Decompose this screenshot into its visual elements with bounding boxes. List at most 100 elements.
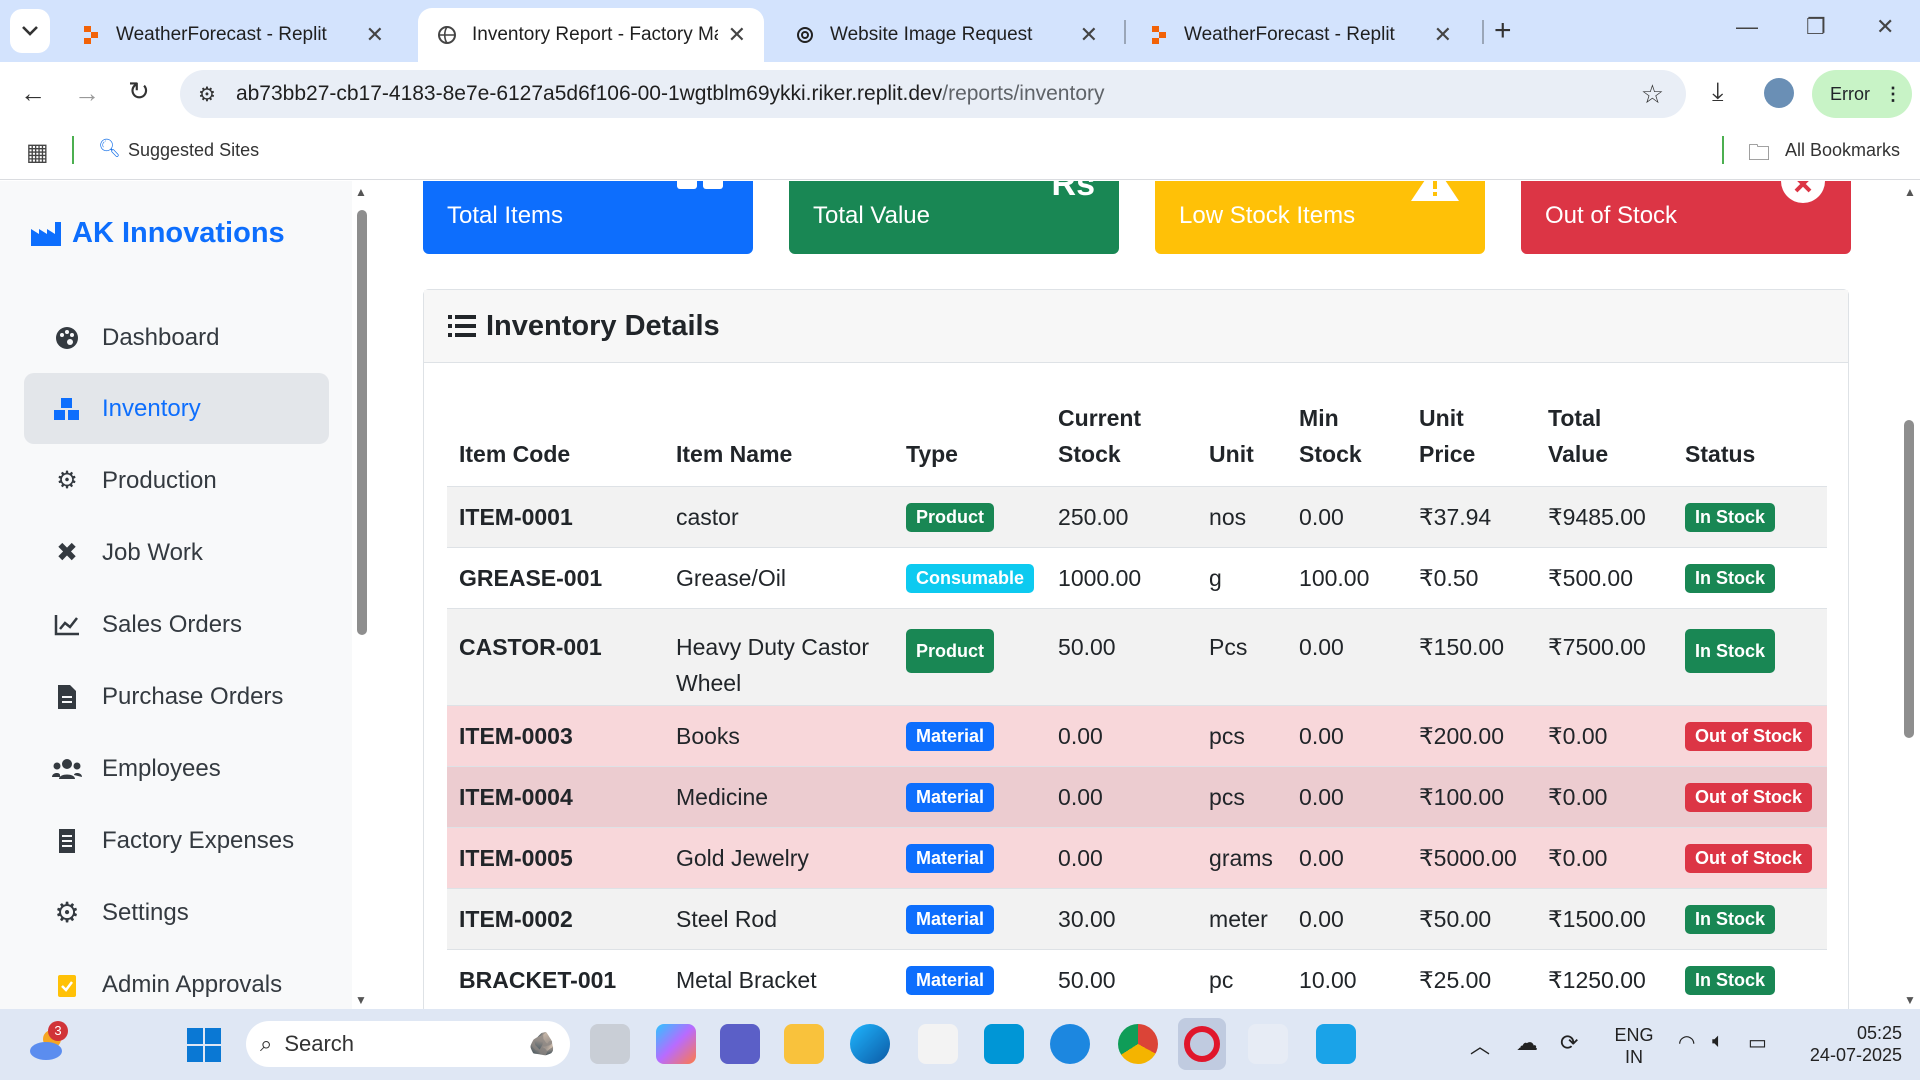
sidebar: AK Innovations Dashboard Inventory ⚙︎ Pr…: [0, 181, 352, 1009]
cell-type: Material: [894, 827, 1047, 889]
sidebar-item-purchase-orders[interactable]: Purchase Orders: [24, 661, 329, 732]
cell-unit: grams: [1197, 827, 1288, 889]
sidebar-item-label: Sales Orders: [102, 610, 243, 638]
file-explorer-icon[interactable]: [784, 1024, 824, 1064]
sidebar-item-inventory[interactable]: Inventory: [24, 373, 329, 444]
tab-search-button[interactable]: [10, 9, 50, 53]
new-tab-button[interactable]: +: [1494, 14, 1512, 48]
back-icon[interactable]: ←: [20, 78, 46, 109]
opera-taskbar-item[interactable]: [1178, 1018, 1226, 1070]
cell-total: ₹1250.00: [1536, 949, 1674, 1009]
chart-line-icon: [50, 614, 84, 636]
close-icon[interactable]: ✕: [1434, 22, 1452, 48]
tab-weatherforecast-1[interactable]: WeatherForecast - Replit ✕: [62, 8, 402, 62]
onedrive-icon[interactable]: ☁: [1516, 1030, 1538, 1056]
avatar[interactable]: [1764, 78, 1794, 108]
chevron-up-icon[interactable]: ︿: [1470, 1030, 1490, 1059]
close-icon[interactable]: ✕: [728, 22, 746, 48]
windows-start-icon[interactable]: [186, 1027, 222, 1068]
cell-status: In Stock: [1673, 547, 1827, 609]
more-menu-icon[interactable]: ⋮: [1884, 84, 1902, 105]
close-icon[interactable]: ✕: [366, 22, 384, 48]
sidebar-item-sales-orders[interactable]: Sales Orders: [24, 589, 329, 660]
replit-icon: [1148, 24, 1170, 46]
sidebar-item-label: Job Work: [102, 538, 203, 566]
task-view-icon[interactable]: [590, 1024, 630, 1064]
download-icon[interactable]: ⤓: [1712, 76, 1724, 108]
wifi-icon[interactable]: ◠: [1678, 1030, 1695, 1055]
battery-icon[interactable]: ▭: [1748, 1030, 1767, 1055]
cell-name: Heavy Duty Castor Wheel: [664, 608, 894, 706]
snipping-tool-icon[interactable]: [1248, 1024, 1288, 1064]
sidebar-item-admin-approvals[interactable]: Admin Approvals: [24, 949, 329, 1009]
cell-price: ₹5000.00: [1407, 827, 1537, 889]
sync-icon[interactable]: ⟳: [1560, 1030, 1578, 1056]
url-text[interactable]: ab73bb27-cb17-4183-8e7e-6127a5d6f106-00-…: [236, 82, 1105, 106]
tab-weatherforecast-2[interactable]: WeatherForecast - Replit ✕: [1130, 8, 1470, 62]
cell-unit: pcs: [1197, 705, 1288, 767]
cell-name: Metal Bracket: [664, 949, 894, 1009]
sidebar-item-settings[interactable]: ⚙ Settings: [24, 877, 329, 948]
cell-status: Out of Stock: [1673, 705, 1827, 767]
scroll-up-icon[interactable]: ▲: [355, 185, 367, 199]
sidebar-scrollbar-thumb[interactable]: [357, 210, 367, 635]
suggested-sites-link[interactable]: Suggested Sites: [128, 140, 259, 161]
weather-widget[interactable]: 3: [28, 1021, 68, 1061]
profile-error-button[interactable]: Error ⋮: [1812, 70, 1912, 118]
cell-code: BRACKET-001: [447, 949, 664, 1009]
cell-stock: 0.00: [1046, 766, 1198, 828]
table-row: ITEM-0002 Steel Rod Material 30.00 meter…: [447, 888, 1827, 950]
teams-icon[interactable]: [720, 1024, 760, 1064]
store-icon[interactable]: [918, 1024, 958, 1064]
chrome-icon[interactable]: [1118, 1024, 1158, 1064]
scroll-down-icon[interactable]: ▼: [1904, 993, 1916, 1007]
tab-website-image-request[interactable]: Website Image Request ✕: [776, 8, 1116, 62]
type-badge: Material: [906, 844, 995, 873]
all-bookmarks-link[interactable]: All Bookmarks: [1785, 140, 1900, 161]
header-line: Price: [1419, 441, 1476, 467]
language-indicator[interactable]: ENG IN: [1612, 1024, 1656, 1068]
help-icon[interactable]: [1050, 1024, 1090, 1064]
notepad-icon[interactable]: [1316, 1024, 1356, 1064]
receipt-icon: [50, 828, 84, 854]
apps-grid-icon[interactable]: ▦: [26, 138, 49, 167]
cell-total: ₹500.00: [1536, 547, 1674, 609]
close-icon[interactable]: ✕: [1080, 22, 1098, 48]
type-badge: Material: [906, 966, 995, 996]
volume-icon[interactable]: 🔈︎: [1712, 1030, 1724, 1053]
status-badge: In Stock: [1685, 503, 1776, 532]
restore-button[interactable]: ❐: [1806, 14, 1826, 40]
clock[interactable]: 05:25 24-07-2025: [1792, 1022, 1902, 1066]
site-settings-icon[interactable]: ⚙: [198, 82, 216, 107]
page-scrollbar-thumb[interactable]: [1904, 420, 1914, 738]
cell-min: 10.00: [1287, 949, 1408, 1009]
sidebar-item-production[interactable]: ⚙︎ Production: [24, 445, 329, 516]
sidebar-item-factory-expenses[interactable]: Factory Expenses: [24, 805, 329, 876]
brand[interactable]: AK Innovations: [30, 217, 285, 250]
copilot-icon[interactable]: [656, 1024, 696, 1064]
taskbar-search[interactable]: ⌕ Search 🪨: [246, 1021, 570, 1067]
tab-title: Inventory Report - Factory Man: [472, 24, 718, 45]
replit-icon: [80, 24, 102, 46]
file-invoice-icon: [50, 684, 84, 710]
tab-inventory-report[interactable]: Inventory Report - Factory Man ✕: [418, 8, 764, 62]
inventory-details-card: Inventory Details Item Code Item Name Ty…: [423, 289, 1849, 1009]
cell-total: ₹9485.00: [1536, 486, 1674, 548]
reload-icon[interactable]: ↻: [128, 76, 150, 107]
edge-icon[interactable]: [850, 1024, 890, 1064]
bookmark-star-icon[interactable]: ☆: [1641, 79, 1664, 110]
sidebar-item-employees[interactable]: Employees: [24, 733, 329, 804]
minimize-button[interactable]: —: [1736, 14, 1758, 40]
window-close-button[interactable]: ✕: [1876, 14, 1894, 40]
sidebar-item-dashboard[interactable]: Dashboard: [24, 302, 329, 373]
omnibox[interactable]: ⚙ ab73bb27-cb17-4183-8e7e-6127a5d6f106-0…: [180, 70, 1686, 118]
scroll-down-icon[interactable]: ▼: [355, 993, 367, 1007]
forward-icon[interactable]: →: [74, 78, 100, 109]
sidebar-item-job-work[interactable]: ✖ Job Work: [24, 517, 329, 588]
scroll-up-icon[interactable]: ▲: [1904, 185, 1916, 199]
myhp-icon[interactable]: [984, 1024, 1024, 1064]
status-badge: In Stock: [1685, 966, 1776, 996]
cell-price: ₹200.00: [1407, 705, 1537, 767]
cell-code: ITEM-0005: [447, 827, 664, 889]
cell-stock: 250.00: [1046, 486, 1198, 548]
